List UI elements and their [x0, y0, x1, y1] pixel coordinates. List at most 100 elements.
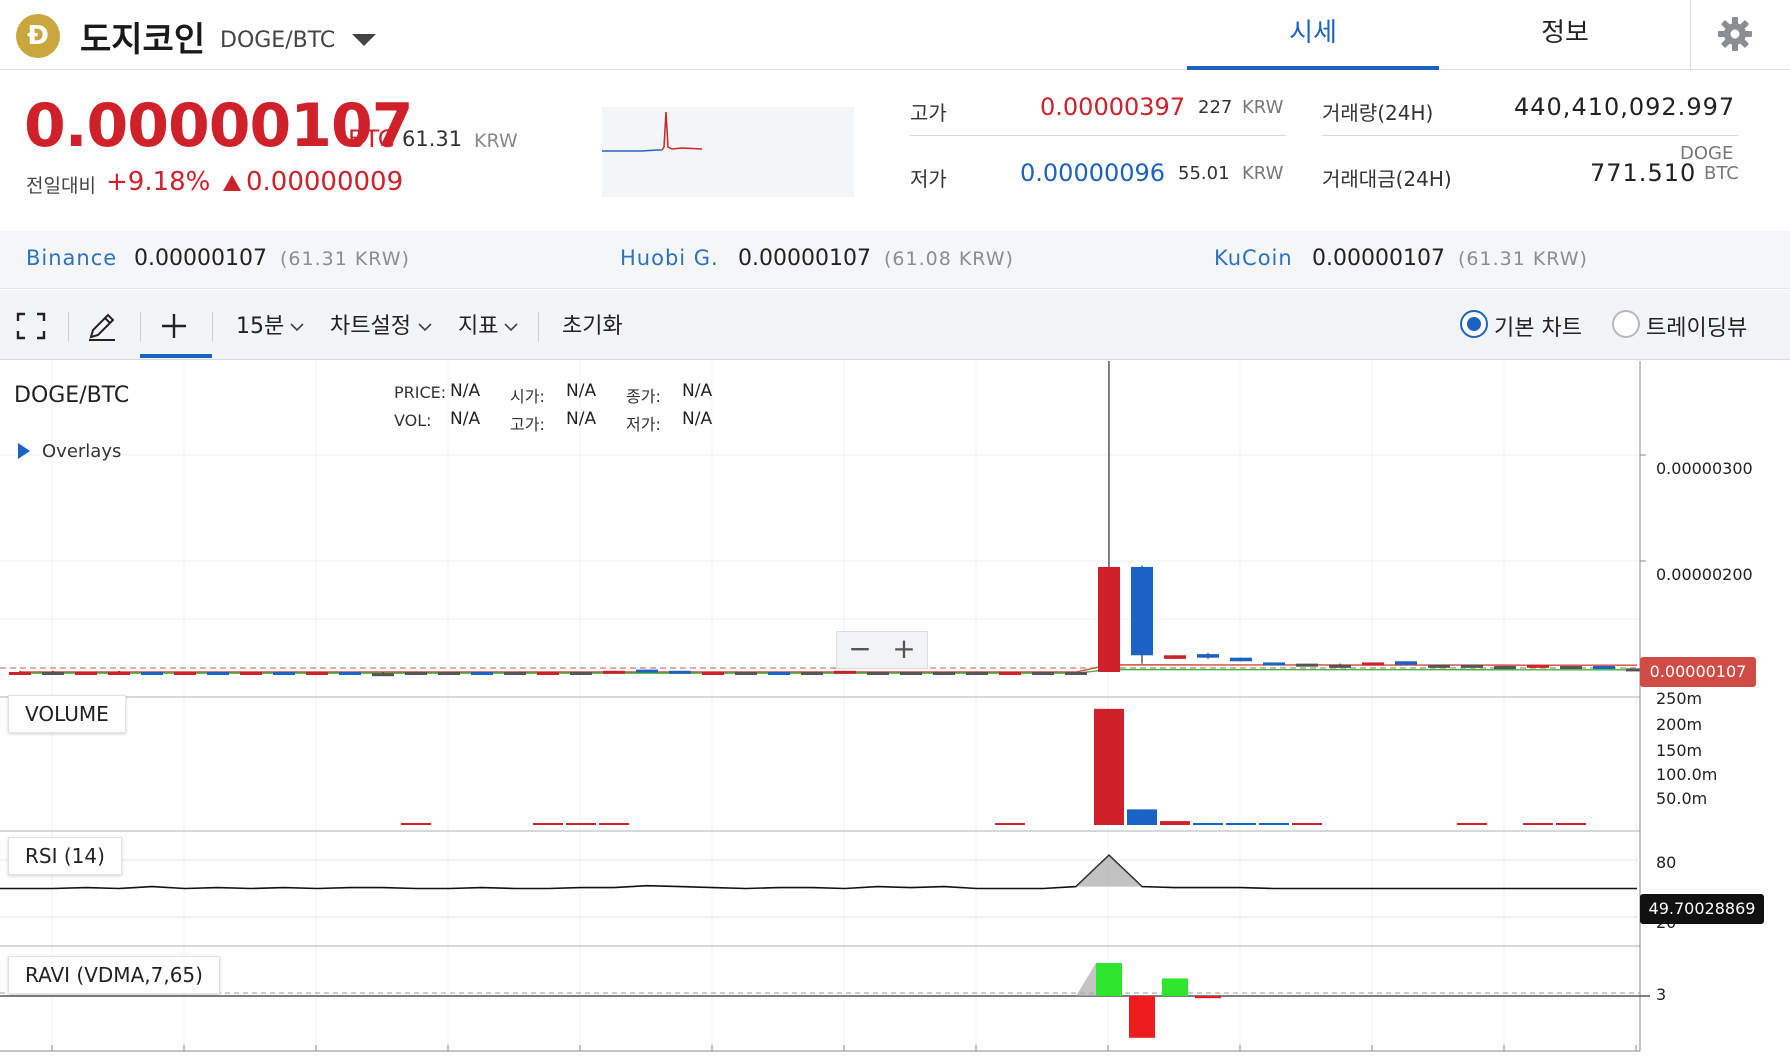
volume-bar: [566, 823, 596, 825]
volume-bar: [1523, 823, 1553, 825]
volume-bar: [533, 823, 563, 825]
candle-body: [999, 672, 1021, 675]
high-divider: [910, 135, 1286, 136]
chart-title: DOGE/BTC: [14, 383, 130, 408]
chevron-down-icon[interactable]: [290, 320, 304, 334]
info-vol-key: VOL:: [394, 411, 432, 430]
indicators-menu[interactable]: 지표: [458, 308, 498, 340]
basic-chart-label[interactable]: 기본 차트: [1494, 310, 1582, 342]
low-value: 0.00000096: [1020, 159, 1166, 187]
candle-body: [1164, 655, 1186, 659]
info-high-key: 고가:: [510, 415, 545, 434]
volume-divider: [1322, 135, 1738, 136]
coin-name: 도지코인: [80, 20, 206, 60]
interval-select[interactable]: 15분: [236, 308, 284, 340]
price-axis-label: 0.00000200: [1656, 565, 1753, 584]
gear-icon[interactable]: [1715, 14, 1755, 54]
volume-bar: [1292, 823, 1322, 825]
info-open-value: N/A: [566, 381, 597, 401]
info-vol-value: N/A: [450, 409, 481, 429]
candle-body: [900, 672, 922, 675]
high-krw-unit: KRW: [1242, 97, 1284, 118]
dogecoin-logo-icon: Đ: [16, 14, 60, 58]
current-price-krw-unit: KRW: [474, 130, 518, 152]
volume-bar: [1457, 823, 1487, 825]
toolbar-divider: [68, 312, 69, 342]
toolbar-divider: [538, 312, 539, 342]
candle-body: [405, 672, 427, 675]
ravi-axis-label: 3: [1656, 985, 1667, 1004]
ravi-area-fill: [1076, 963, 1096, 996]
candle-body: [1098, 566, 1120, 672]
candle-body: [108, 672, 130, 675]
candle-body: [1362, 662, 1384, 666]
candle-body: [504, 672, 526, 675]
chart-canvas[interactable]: [0, 361, 1790, 1062]
rsi-panel-label[interactable]: RSI (14): [8, 837, 122, 875]
exchange-binance-krw: (61.31 KRW): [280, 248, 410, 270]
candle-body: [801, 672, 823, 675]
overlays-toggle[interactable]: Overlays: [18, 441, 121, 462]
triangle-right-icon: [18, 443, 30, 459]
exchange-binance-price: 0.00000107: [134, 246, 267, 271]
candle-body: [273, 672, 295, 675]
exchange-kucoin[interactable]: KuCoin: [1214, 246, 1293, 270]
candle-body: [306, 672, 328, 675]
ravi-panel-label[interactable]: RAVI (VDMA,7,65): [8, 956, 220, 994]
zoom-in-button[interactable]: +: [883, 634, 925, 666]
chevron-down-icon[interactable]: [418, 320, 432, 334]
volume-label: 거래량(24H): [1322, 101, 1434, 125]
low-krw: 55.01: [1178, 163, 1230, 184]
amount-label: 거래대금(24H): [1322, 167, 1452, 191]
up-triangle-icon: [223, 175, 241, 191]
candle-body: [1131, 566, 1153, 656]
volume-panel-label[interactable]: VOLUME: [8, 695, 126, 733]
exchange-huobi[interactable]: Huobi G.: [620, 246, 719, 270]
caret-down-icon[interactable]: [352, 34, 376, 46]
info-price-key: PRICE:: [394, 383, 447, 402]
crosshair-active-underline: [140, 354, 212, 358]
reset-button[interactable]: 초기화: [562, 308, 623, 340]
pencil-icon[interactable]: [86, 310, 118, 342]
pair-selector[interactable]: DOGE/BTC: [220, 28, 335, 53]
change-percent: +9.18%: [106, 167, 211, 197]
tab-price[interactable]: 시세: [1187, 0, 1439, 70]
candle-body: [1560, 666, 1582, 670]
volume-bar: [1193, 823, 1223, 825]
high-label: 고가: [910, 101, 947, 125]
candle-body: [438, 672, 460, 675]
exchange-huobi-price: 0.00000107: [738, 246, 871, 271]
chevron-down-icon[interactable]: [504, 320, 518, 334]
overlays-label: Overlays: [42, 441, 122, 462]
candle-body: [1527, 664, 1549, 668]
zoom-out-button[interactable]: −: [839, 634, 881, 666]
rsi-axis-label: 80: [1656, 853, 1677, 872]
tradingview-label[interactable]: 트레이딩뷰: [1646, 310, 1747, 342]
volume-bar: [1259, 823, 1289, 825]
zoom-controls: − +: [836, 631, 928, 669]
candle-body: [735, 672, 757, 675]
candle-body: [636, 669, 658, 673]
volume-axis-label: 200m: [1656, 715, 1703, 734]
rsi-value-tag: 49.70028869: [1640, 894, 1764, 924]
chart-settings-menu[interactable]: 차트설정: [330, 308, 411, 340]
exchange-huobi-krw: (61.08 KRW): [884, 248, 1014, 270]
candle-body: [933, 672, 955, 675]
exchange-prices: Binance 0.00000107 (61.31 KRW) Huobi G. …: [0, 231, 1790, 289]
info-low-value: N/A: [682, 409, 713, 429]
high-value: 0.00000397: [1040, 93, 1186, 121]
chart-area[interactable]: DOGE/BTC PRICE: N/A 시가: N/A 종가: N/A VOL:…: [0, 361, 1790, 1062]
ravi-bar: [1129, 996, 1155, 1038]
basic-chart-radio[interactable]: [1460, 310, 1488, 338]
crosshair-icon[interactable]: [160, 312, 188, 340]
candle-body: [1461, 664, 1483, 668]
tradingview-radio[interactable]: [1612, 310, 1640, 338]
sparkline-red: [661, 111, 703, 151]
ravi-bar: [1162, 978, 1188, 996]
exchange-binance[interactable]: Binance: [26, 246, 117, 270]
last-price-tag: 0.00000107: [1640, 657, 1756, 687]
tab-info[interactable]: 정보: [1439, 0, 1691, 70]
fullscreen-icon[interactable]: [16, 312, 46, 340]
volume-bar: [1094, 708, 1124, 825]
price-summary: 0.00000107 BTC 61.31 KRW 전일대비 +9.18% 0.0…: [0, 71, 1790, 231]
